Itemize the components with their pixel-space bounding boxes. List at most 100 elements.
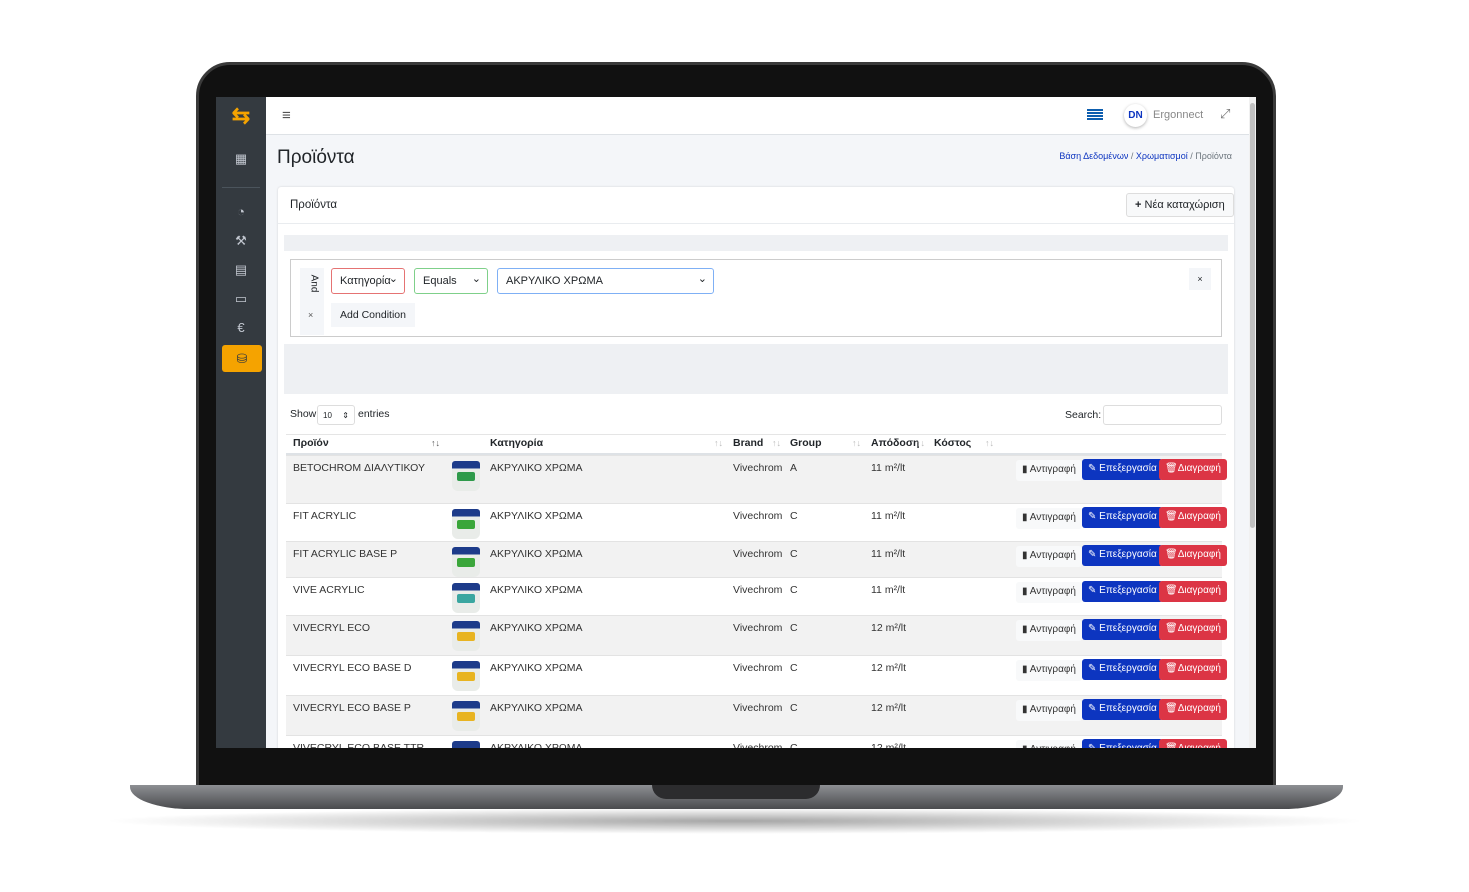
col-brand[interactable]: Brand [733,437,763,449]
edit-button[interactable]: ✎ Επεξεργασία [1082,619,1163,640]
table-row: VIVE ACRYLIC ΑΚΡΥΛΙΚΟ ΧΡΩΜΑ Vivechrom C … [286,577,1227,615]
page-title: Προϊόντα [277,147,355,168]
breadcrumb-current: Προϊόντα [1195,151,1232,161]
delete-button[interactable]: 🗑︎Διαγραφή [1159,459,1227,480]
dashboard-icon[interactable]: ◔ [216,204,266,219]
yield: 12 m²/lt [871,702,907,714]
delete-label: Διαγραφή [1177,549,1221,560]
fullscreen-icon[interactable]: ⤢ [1220,106,1230,122]
edit-button[interactable]: ✎ Επεξεργασία [1082,659,1163,680]
database-icon[interactable]: ⛁ [222,345,262,372]
edit-button[interactable]: ✎ Επεξεργασία [1082,739,1163,748]
delete-button[interactable]: 🗑︎Διαγραφή [1159,739,1227,748]
copy-button[interactable]: ▮ Αντιγραφή [1016,582,1082,603]
delete-button[interactable]: 🗑︎Διαγραφή [1159,659,1227,680]
entries-select[interactable]: 10 ⇕ [317,405,355,425]
breadcrumb-link[interactable]: Χρωματισμοί [1136,151,1188,161]
user-name[interactable]: Ergonnect [1153,109,1203,121]
category: ΑΚΡΥΛΙΚΟ ΧΡΩΜΑ [490,742,583,748]
copy-button[interactable]: ▮ Αντιγραφή [1016,700,1082,721]
edit-button[interactable]: ✎ Επεξεργασία [1082,459,1163,480]
document-icon[interactable]: ▤ [216,262,266,278]
delete-label: Διαγραφή [1177,463,1221,474]
delete-button[interactable]: 🗑︎Διαγραφή [1159,545,1227,566]
add-condition-button[interactable]: Add Condition [331,303,415,327]
copy-label: Αντιγραφή [1029,624,1076,635]
copy-button[interactable]: ▮ Αντιγραφή [1016,460,1082,481]
euro-icon[interactable]: € [216,320,266,335]
product-name: VIVECRYL ECO BASE TTR [293,742,425,748]
edit-button[interactable]: ✎ Επεξεργασία [1082,507,1163,528]
sort-icon[interactable]: ↑↓ [852,438,861,448]
group: C [790,548,798,560]
sort-icon[interactable]: ↑↓ [772,438,781,448]
brand: Vivechrom [733,662,783,674]
brand: Vivechrom [733,584,783,596]
building-icon[interactable]: ▦ [216,151,266,167]
logic-toggle[interactable]: And [308,275,319,293]
field-select[interactable]: Κατηγορία [331,268,405,294]
avatar[interactable]: DN [1124,104,1147,127]
operator-select[interactable]: Equals [414,268,488,294]
product-name: BETOCHROM ΔΙΑΛΥΤΙΚΟΥ [293,462,425,474]
remove-condition-button[interactable]: × [1189,268,1211,290]
copy-button[interactable]: ▮ Αντιγραφή [1016,740,1082,748]
greek-flag-icon[interactable] [1087,109,1103,120]
delete-button[interactable]: 🗑︎Διαγραφή [1159,581,1227,602]
yield: 11 m²/lt [871,462,906,474]
app-screen: ⇆ ▦ ◔ ⚒ ▤ ▭ € ⛁ ≡ DN Ergonnect ⤢ Προϊόντ… [216,97,1256,748]
edit-button[interactable]: ✎ Επεξεργασία [1082,545,1163,566]
hammer-icon[interactable]: ⚒ [216,233,266,249]
scrollbar-thumb[interactable] [1250,103,1255,528]
sort-icon[interactable]: ↑↓ [985,438,994,448]
value-select[interactable]: ΑΚΡΥΛΙΚΟ ΧΡΩΜΑ [497,268,714,294]
brand: Vivechrom [733,622,783,634]
copy-label: Αντιγραφή [1029,550,1076,561]
group: A [790,462,798,474]
product-image [452,701,480,731]
sort-icon[interactable]: ↑↓ [916,438,925,448]
yield: 12 m²/lt [871,742,907,748]
yield: 11 m²/lt [871,548,906,560]
edit-label: Επεξεργασία [1099,549,1157,560]
group: C [790,662,798,674]
group: C [790,510,798,522]
category: ΑΚΡΥΛΙΚΟ ΧΡΩΜΑ [490,548,583,560]
col-yield[interactable]: Απόδοση [871,437,919,449]
card-title: Προϊόντα [290,199,337,211]
search-input[interactable] [1103,405,1222,425]
new-entry-button[interactable]: + Νέα καταχώριση [1126,193,1234,217]
sort-asc-icon[interactable]: ↑↓ [431,438,440,448]
col-cost[interactable]: Κόστος [934,437,971,449]
copy-label: Αντιγραφή [1030,744,1076,748]
edit-button[interactable]: ✎ Επεξεργασία [1082,699,1163,720]
delete-button[interactable]: 🗑︎Διαγραφή [1159,699,1227,720]
delete-button[interactable]: 🗑︎Διαγραφή [1159,507,1227,528]
hamburger-menu-icon[interactable]: ≡ [282,107,291,124]
col-group[interactable]: Group [790,437,822,449]
edit-label: Επεξεργασία [1099,703,1157,714]
copy-button[interactable]: ▮ Αντιγραφή [1016,508,1082,529]
product-name: FIT ACRYLIC BASE P [293,548,398,560]
product-image [452,741,480,748]
copy-button[interactable]: ▮ Αντιγραφή [1016,620,1082,641]
col-category[interactable]: Κατηγορία [490,437,543,449]
remove-group-button[interactable]: × [308,310,313,320]
table-row: FIT ACRYLIC BASE P ΑΚΡΥΛΙΚΟ ΧΡΩΜΑ Vivech… [286,541,1227,577]
delete-button[interactable]: 🗑︎Διαγραφή [1159,619,1227,640]
show-label: Show [290,408,317,420]
copy-button[interactable]: ▮ Αντιγραφή [1016,546,1082,567]
copy-button[interactable]: ▮ Αντιγραφή [1016,660,1082,681]
delete-label: Διαγραφή [1177,663,1221,674]
logo-icon: ⇆ [231,103,251,128]
edit-button[interactable]: ✎ Επεξεργασία [1082,581,1163,602]
id-card-icon[interactable]: ▭ [216,291,266,307]
copy-label: Αντιγραφή [1029,586,1076,597]
new-entry-label: Νέα καταχώριση [1144,199,1225,211]
sort-icon[interactable]: ↑↓ [714,438,723,448]
breadcrumb-link[interactable]: Βάση Δεδομένων [1059,151,1128,161]
group: C [790,622,798,634]
col-product[interactable]: Προϊόν [293,437,329,449]
edit-label: Επεξεργασία [1099,623,1157,634]
brand: Vivechrom [733,510,783,522]
